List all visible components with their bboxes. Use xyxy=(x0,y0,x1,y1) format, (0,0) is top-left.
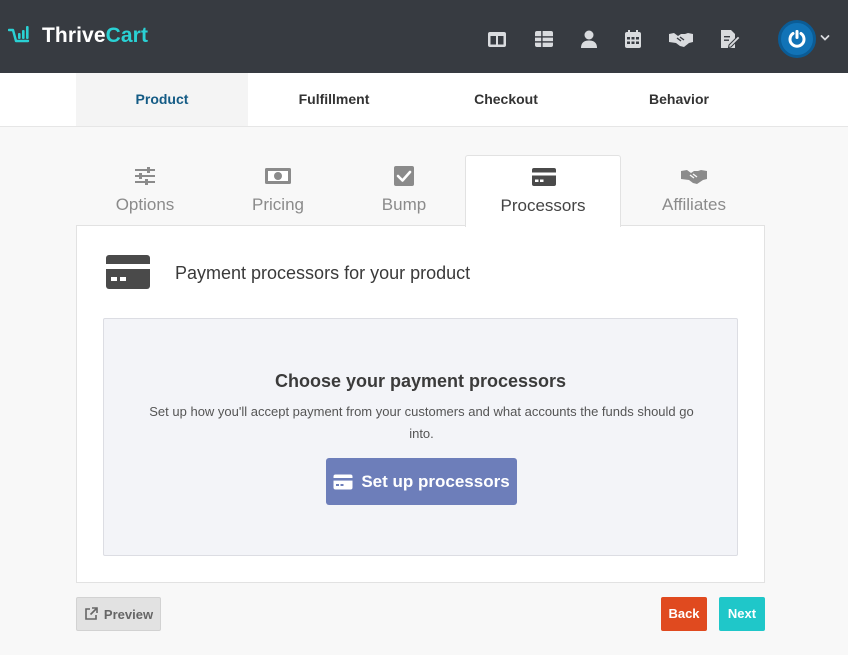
main-tab-bar: Product Fulfillment Checkout Behavior xyxy=(0,73,848,127)
back-button[interactable]: Back xyxy=(661,597,707,631)
user-icon[interactable] xyxy=(578,28,600,50)
tab-checkout[interactable]: Checkout xyxy=(420,73,592,126)
subtab-processors[interactable]: Processors xyxy=(465,155,621,227)
sliders-icon xyxy=(135,167,155,185)
preview-label: Preview xyxy=(103,606,154,622)
setup-processors-label: Set up processors xyxy=(361,471,510,491)
layout-columns-icon[interactable] xyxy=(486,28,508,50)
subtab-bump[interactable]: Bump xyxy=(326,155,482,226)
thrivecart-logo[interactable]: ThriveCart xyxy=(8,24,148,48)
handshake-icon[interactable] xyxy=(668,28,694,50)
money-bill-icon xyxy=(265,168,291,184)
credit-card-icon xyxy=(106,255,150,289)
subtab-affiliates[interactable]: Affiliates xyxy=(616,155,772,226)
preview-button[interactable]: Preview xyxy=(76,597,161,631)
external-link-icon xyxy=(85,607,98,620)
setup-processors-button[interactable]: Set up processors xyxy=(326,458,517,505)
top-navbar: ThriveCart xyxy=(0,0,848,73)
checkbox-icon xyxy=(394,166,414,186)
user-avatar[interactable] xyxy=(778,20,816,58)
chevron-down-icon[interactable] xyxy=(820,33,830,43)
cart-logo-icon xyxy=(8,26,30,43)
table-icon[interactable] xyxy=(533,28,555,50)
tab-product[interactable]: Product xyxy=(76,73,248,126)
calendar-icon[interactable] xyxy=(622,28,644,50)
empty-state-description: Set up how you'll accept payment from yo… xyxy=(149,404,694,441)
tab-behavior[interactable]: Behavior xyxy=(593,73,765,126)
handshake-icon xyxy=(681,170,707,184)
subtab-affiliates-label: Affiliates xyxy=(662,195,726,214)
credit-card-icon xyxy=(532,168,556,186)
next-button[interactable]: Next xyxy=(719,597,765,631)
processors-panel: Payment processors for your product Choo… xyxy=(76,225,765,583)
logo-wordmark: ThriveCart xyxy=(42,24,148,48)
processors-empty-state: Choose your payment processors Set up ho… xyxy=(103,318,738,556)
empty-state-title: Choose your payment processors xyxy=(274,371,567,391)
tab-fulfillment[interactable]: Fulfillment xyxy=(248,73,420,126)
logo-cart-text: Cart xyxy=(105,24,149,47)
power-icon xyxy=(788,30,806,48)
subtab-bump-label: Bump xyxy=(381,195,427,214)
panel-heading: Payment processors for your product xyxy=(175,263,471,283)
subtab-processors-label: Processors xyxy=(500,196,586,215)
edit-document-icon[interactable] xyxy=(718,28,740,50)
logo-thrive-text: Thrive xyxy=(42,24,106,47)
credit-card-icon xyxy=(333,474,353,489)
